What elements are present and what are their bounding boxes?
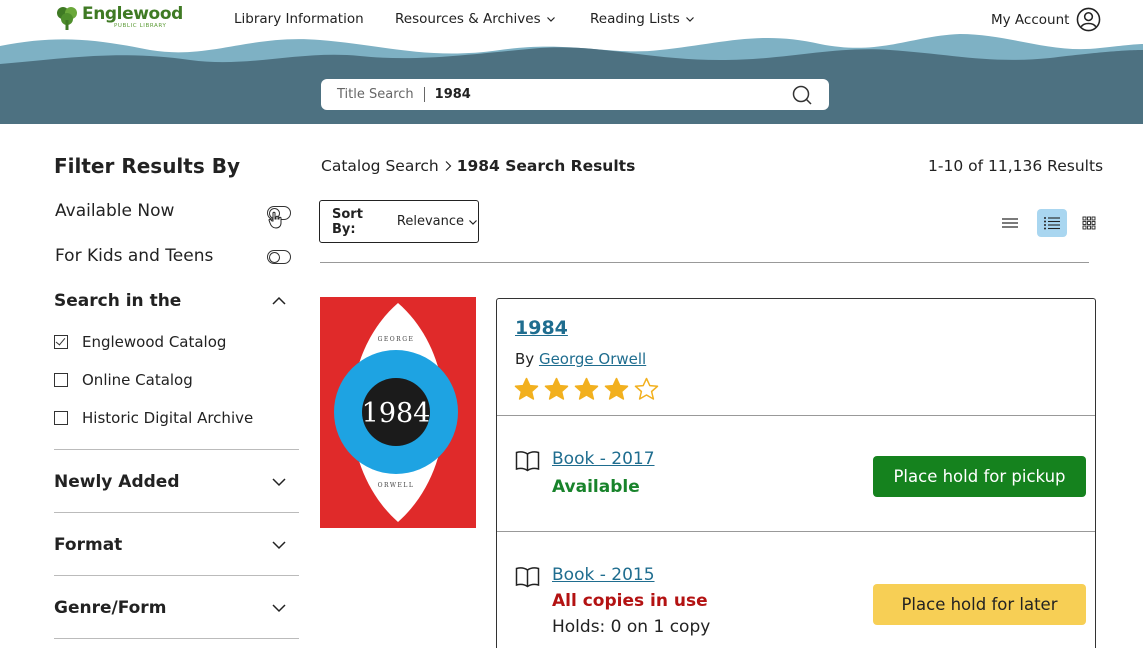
- nav-label: Reading Lists: [590, 11, 680, 27]
- search-input[interactable]: [434, 87, 765, 102]
- edition-link-2015[interactable]: Book - 2015: [552, 565, 655, 585]
- nav-library-information[interactable]: Library Information: [234, 11, 364, 27]
- card-divider: [497, 415, 1095, 416]
- author-link[interactable]: George Orwell: [539, 350, 646, 368]
- checkbox[interactable]: [54, 411, 68, 425]
- cover-title: 1984: [362, 398, 431, 429]
- sidebar-divider: [54, 575, 299, 576]
- account-label: My Account: [991, 11, 1070, 28]
- edition-link-2017[interactable]: Book - 2017: [552, 449, 655, 469]
- filter-kids-teens-label: For Kids and Teens: [55, 246, 214, 266]
- filter-available-now-label: Available Now: [55, 201, 175, 221]
- book-cover-image[interactable]: GEORGE 1984 ORWELL: [320, 297, 476, 528]
- user-account-icon: [1077, 7, 1101, 32]
- nav-resources-archives[interactable]: Resources & Archives: [395, 11, 556, 27]
- grid-view-button[interactable]: [1074, 209, 1104, 237]
- cover-author-top: GEORGE: [378, 336, 415, 343]
- card-divider: [497, 531, 1095, 532]
- availability-status: Available: [552, 477, 640, 497]
- place-hold-later-button[interactable]: Place hold for later: [873, 584, 1086, 625]
- section-genre-form[interactable]: Genre/Form: [54, 598, 166, 618]
- star-filled-icon: [514, 377, 539, 400]
- checkbox-checked[interactable]: [54, 335, 68, 349]
- logo-name: Englewood: [82, 4, 183, 25]
- sort-label: Sort By:: [332, 206, 363, 237]
- nav-reading-lists[interactable]: Reading Lists: [590, 11, 695, 27]
- by-label: By: [515, 350, 535, 368]
- option-label: Online Catalog: [82, 371, 193, 389]
- sidebar-divider: [54, 512, 299, 513]
- cover-author-bottom: ORWELL: [378, 482, 415, 489]
- book-title-link[interactable]: 1984: [515, 317, 568, 339]
- library-logo[interactable]: Englewood PUBLIC LIBRARY: [54, 4, 183, 32]
- results-divider: [320, 262, 1089, 263]
- star-filled-icon: [574, 377, 599, 400]
- star-empty-icon: [634, 377, 659, 400]
- sort-value: Relevance: [396, 214, 465, 229]
- option-englewood-catalog[interactable]: Englewood Catalog: [54, 333, 226, 351]
- nav-label: Resources & Archives: [395, 11, 541, 27]
- nav-label: Library Information: [234, 11, 364, 27]
- sidebar-divider: [54, 638, 299, 639]
- chevron-down-icon[interactable]: [271, 474, 287, 490]
- chevron-down-icon: [685, 17, 694, 22]
- kids-teens-toggle[interactable]: [267, 250, 291, 264]
- breadcrumb-current: 1984 Search Results: [456, 157, 636, 175]
- breadcrumb: Catalog Search 1984 Search Results: [321, 157, 635, 175]
- results-count: 1-10 of 11,136 Results: [928, 157, 1104, 175]
- breadcrumb-catalog-search[interactable]: Catalog Search: [321, 157, 439, 175]
- author-line: By George Orwell: [515, 350, 646, 368]
- detailed-list-icon: [1044, 217, 1060, 230]
- rating-stars: [514, 377, 659, 401]
- star-filled-icon: [604, 377, 629, 400]
- sort-dropdown[interactable]: Sort By: Relevance: [319, 200, 479, 243]
- section-format[interactable]: Format: [54, 535, 122, 555]
- search-type-selector[interactable]: Title Search: [321, 87, 425, 102]
- list-view-icon: [1002, 218, 1018, 228]
- detailed-list-view-button[interactable]: [1037, 209, 1067, 237]
- logo-subtitle: PUBLIC LIBRARY: [114, 23, 167, 30]
- result-card: 1984 By George Orwell Book - 2017 Availa…: [496, 298, 1096, 648]
- search-icon[interactable]: [791, 84, 813, 106]
- search-in-heading: Search in the: [54, 291, 182, 311]
- list-view-button[interactable]: [995, 209, 1025, 237]
- star-filled-icon: [544, 377, 569, 400]
- section-newly-added[interactable]: Newly Added: [54, 472, 179, 492]
- chevron-right-icon: [445, 161, 452, 171]
- place-hold-pickup-button[interactable]: Place hold for pickup: [873, 456, 1086, 497]
- filter-title: Filter Results By: [54, 154, 240, 178]
- my-account-link[interactable]: My Account: [991, 7, 1101, 32]
- open-book-icon: [515, 451, 540, 472]
- option-historic-digital-archive[interactable]: Historic Digital Archive: [54, 409, 253, 427]
- option-online-catalog[interactable]: Online Catalog: [54, 371, 193, 389]
- tree-logo-icon: [57, 7, 77, 30]
- checkbox[interactable]: [54, 373, 68, 387]
- option-label: Englewood Catalog: [82, 333, 227, 351]
- open-book-icon: [515, 567, 540, 588]
- chevron-down-icon[interactable]: [271, 600, 287, 616]
- chevron-down-icon: [469, 219, 477, 225]
- title-search-bar: Title Search: [321, 79, 829, 110]
- availability-status: All copies in use: [552, 591, 708, 611]
- hand-cursor-icon: [268, 211, 282, 229]
- chevron-down-icon[interactable]: [271, 537, 287, 553]
- grid-view-icon: [1082, 216, 1096, 230]
- chevron-up-icon[interactable]: [271, 293, 287, 309]
- holds-count: Holds: 0 on 1 copy: [552, 617, 711, 637]
- chevron-down-icon: [546, 17, 555, 22]
- sidebar-divider: [54, 449, 299, 450]
- site-header: Englewood PUBLIC LIBRARY Library Informa…: [0, 0, 1143, 124]
- option-label: Historic Digital Archive: [82, 409, 254, 427]
